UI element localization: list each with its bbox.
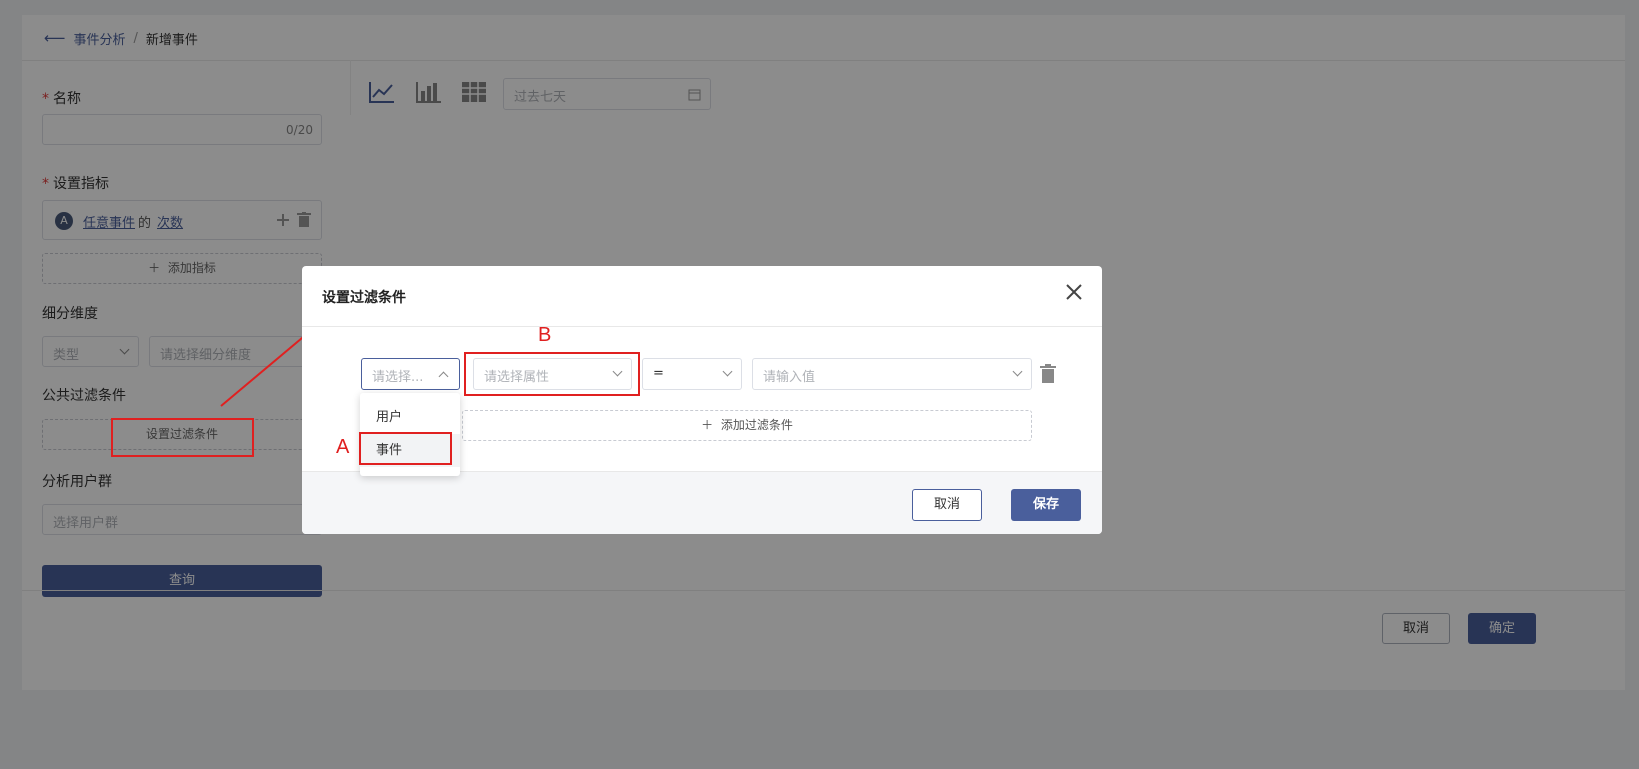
filter-modal: 设置过滤条件 请选择... 请选择属性 = 请输入值 ＋ 添加过滤条件 取消 保… <box>302 266 1102 534</box>
modal-header: 设置过滤条件 <box>302 266 1102 327</box>
close-icon[interactable] <box>1064 282 1084 302</box>
filter-operator-value: = <box>653 366 664 381</box>
annotation-label-a: A <box>336 436 350 458</box>
annotation-box-b <box>464 352 640 396</box>
modal-cancel-button[interactable]: 取消 <box>912 489 982 521</box>
add-filter-button[interactable]: ＋ 添加过滤条件 <box>462 410 1032 441</box>
modal-footer: 取消 保存 <box>302 471 1102 534</box>
delete-filter-icon[interactable] <box>1040 364 1056 384</box>
filter-value-input[interactable]: 请输入值 <box>752 358 1032 390</box>
dropdown-option-user[interactable]: 用户 <box>360 401 460 434</box>
chevron-up-icon <box>438 371 449 382</box>
filter-type-select[interactable]: 请选择... <box>361 358 460 390</box>
modal-save-button[interactable]: 保存 <box>1011 489 1081 521</box>
filter-operator-select[interactable]: = <box>642 358 742 390</box>
chevron-down-icon <box>722 366 733 377</box>
chevron-down-icon <box>1012 366 1023 377</box>
annotation-label-b: B <box>538 324 552 346</box>
modal-title: 设置过滤条件 <box>322 290 406 306</box>
filter-type-placeholder: 请选择... <box>372 370 424 385</box>
annotation-box-a <box>359 432 452 465</box>
filter-value-placeholder: 请输入值 <box>763 370 816 385</box>
